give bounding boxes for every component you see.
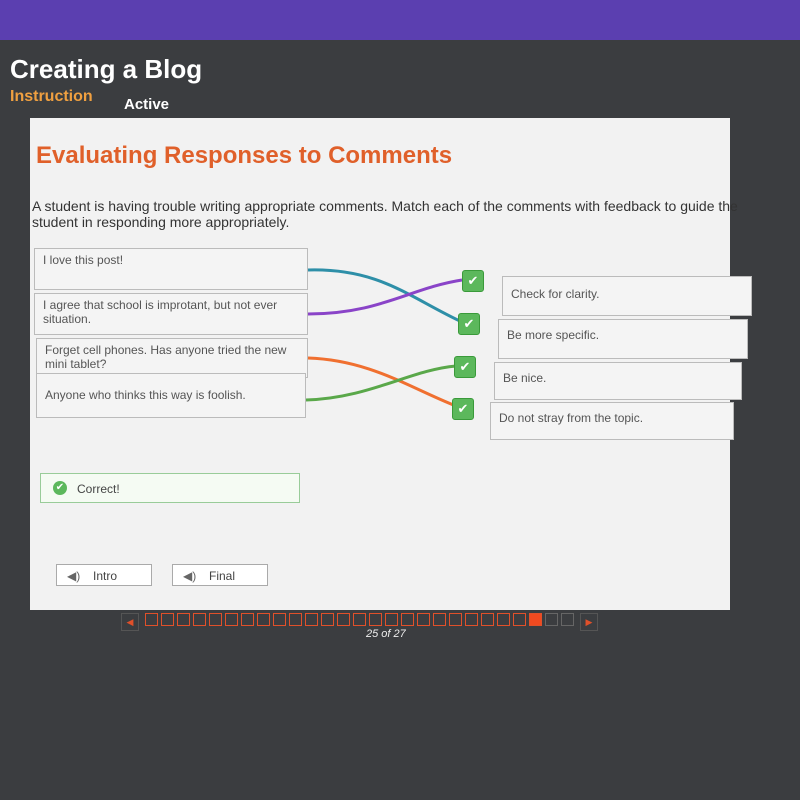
page-square-14[interactable]	[353, 613, 366, 626]
page-square-1[interactable]	[145, 613, 158, 626]
page-square-19[interactable]	[433, 613, 446, 626]
final-audio-button[interactable]: ◀) Final	[172, 564, 268, 586]
activity-panel: Evaluating Responses to Comments A stude…	[30, 118, 752, 610]
status-text: Correct!	[77, 482, 120, 496]
page-square-27[interactable]	[561, 613, 574, 626]
page-counter: 25 of 27	[366, 628, 406, 640]
feedback-4[interactable]: Do not stray from the topic.	[490, 402, 734, 440]
page-square-12[interactable]	[321, 613, 334, 626]
prev-page-button[interactable]: ◀	[121, 613, 139, 631]
page-square-20[interactable]	[449, 613, 462, 626]
page-square-7[interactable]	[241, 613, 254, 626]
page-square-25[interactable]	[529, 613, 542, 626]
page-square-10[interactable]	[289, 613, 302, 626]
final-label: Final	[209, 569, 236, 583]
tab-active[interactable]: Active	[124, 96, 169, 113]
check-icon: ✔	[452, 398, 474, 420]
page-square-4[interactable]	[193, 613, 206, 626]
page-square-26[interactable]	[545, 613, 558, 626]
page-square-3[interactable]	[177, 613, 190, 626]
speaker-icon: ◀)	[67, 569, 81, 583]
tab-instruction[interactable]: Instruction	[10, 88, 93, 106]
check-icon: ✔	[458, 313, 480, 335]
page-square-6[interactable]	[225, 613, 238, 626]
feedback-1[interactable]: Check for clarity.	[502, 276, 752, 316]
page-navigator: ◀ ▶	[118, 613, 601, 631]
page-square-13[interactable]	[337, 613, 350, 626]
check-icon: ✔	[454, 356, 476, 378]
page-square-21[interactable]	[465, 613, 478, 626]
page-square-17[interactable]	[401, 613, 414, 626]
lesson-title: Creating a Blog	[10, 54, 203, 84]
check-circle-icon: ✔	[53, 481, 67, 495]
page-square-9[interactable]	[273, 613, 286, 626]
status-correct: ✔ Correct!	[40, 473, 300, 503]
page-square-22[interactable]	[481, 613, 494, 626]
page-square-8[interactable]	[257, 613, 270, 626]
browser-bar	[0, 0, 800, 40]
intro-label: Intro	[93, 569, 118, 583]
page-square-23[interactable]	[497, 613, 510, 626]
speaker-icon: ◀)	[183, 569, 197, 583]
check-icon: ✔	[462, 270, 484, 292]
page-square-16[interactable]	[385, 613, 398, 626]
page-square-18[interactable]	[417, 613, 430, 626]
page-square-24[interactable]	[513, 613, 526, 626]
intro-audio-button[interactable]: ◀) Intro	[56, 564, 152, 586]
page-square-5[interactable]	[209, 613, 222, 626]
feedback-2[interactable]: Be more specific.	[498, 319, 748, 359]
feedback-3[interactable]: Be nice.	[494, 362, 742, 400]
page-square-11[interactable]	[305, 613, 318, 626]
next-page-button[interactable]: ▶	[580, 613, 598, 631]
page-square-2[interactable]	[161, 613, 174, 626]
page-square-15[interactable]	[369, 613, 382, 626]
